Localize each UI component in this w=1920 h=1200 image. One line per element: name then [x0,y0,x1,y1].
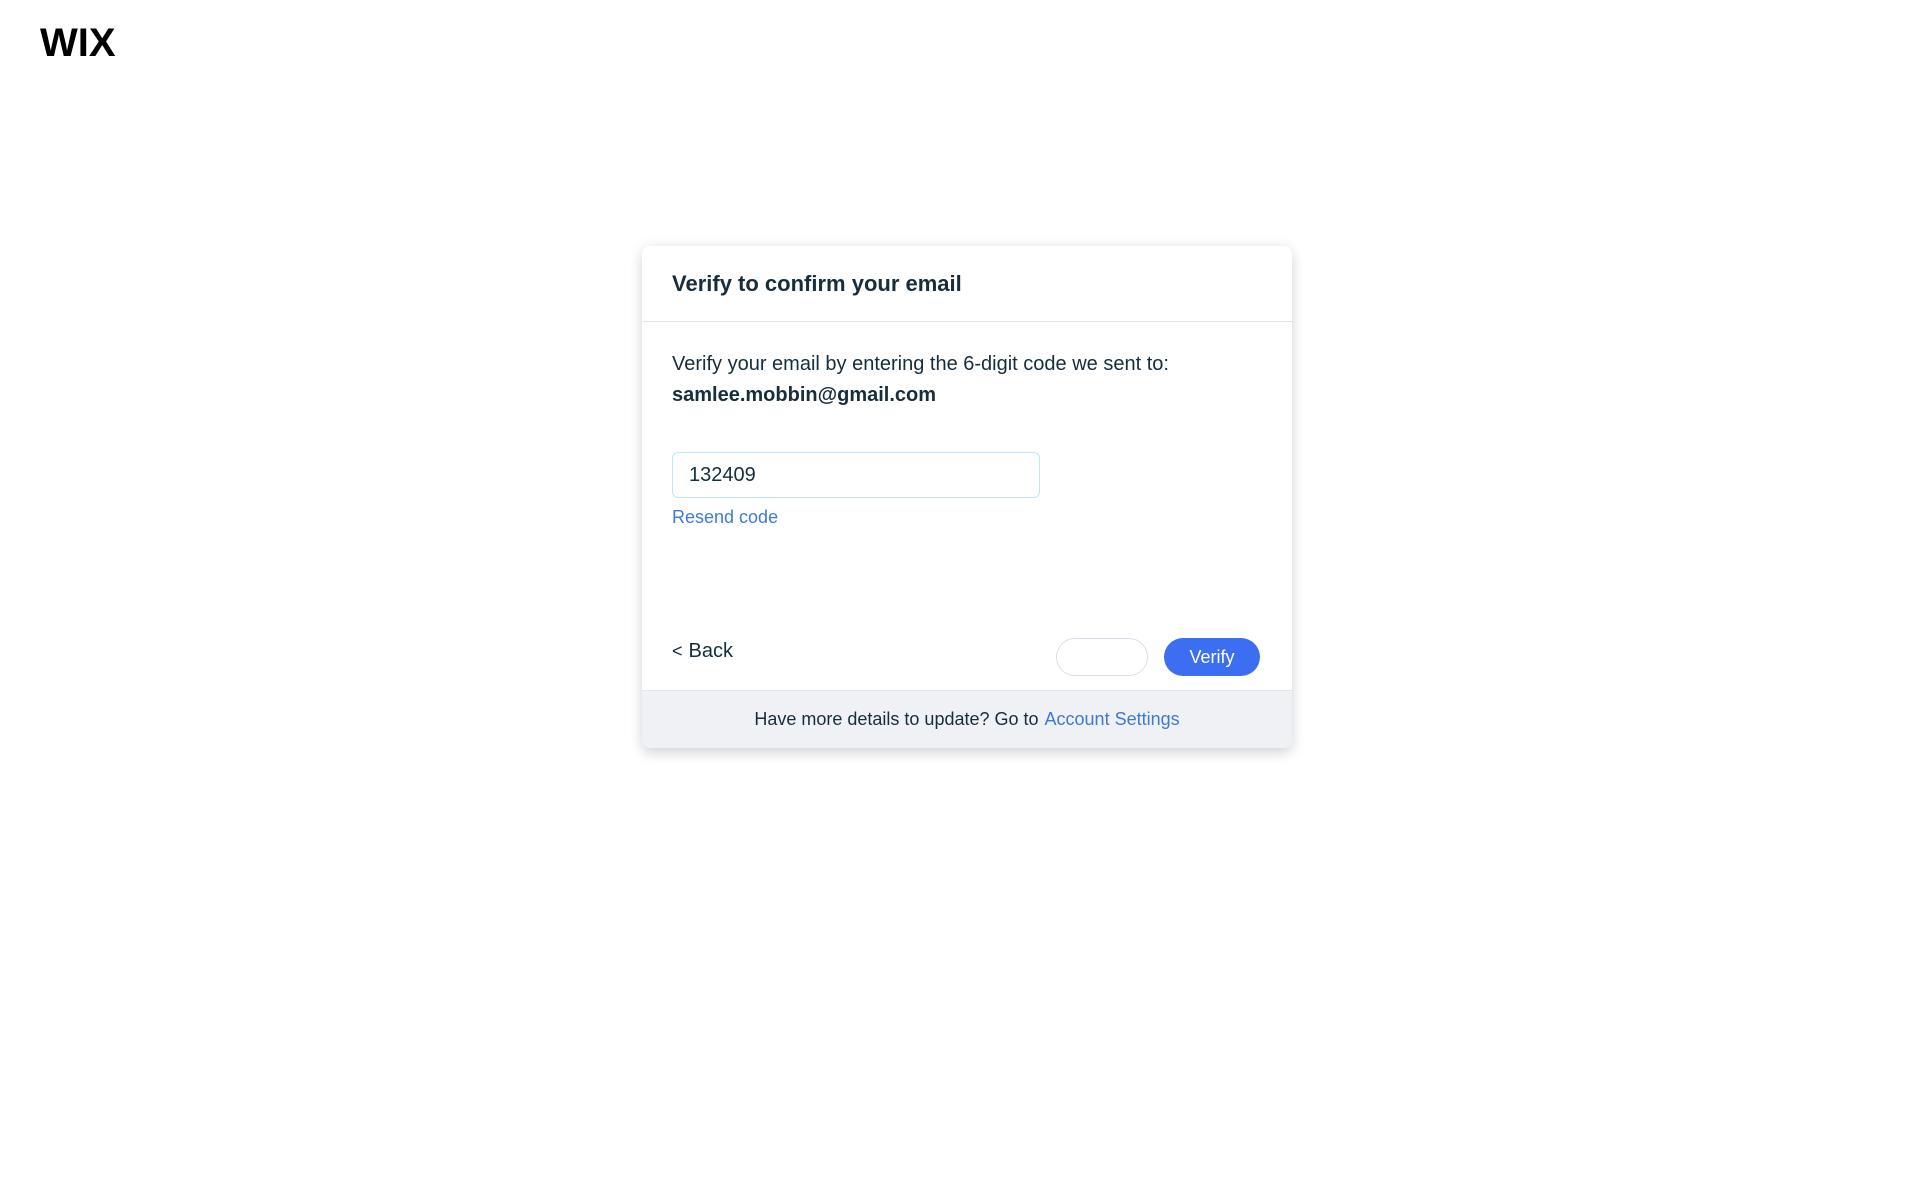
back-label: Back [688,640,733,662]
description-text: Verify your email by entering the 6-digi… [672,353,1169,375]
wix-logo-mark: WIX [40,22,116,60]
dialog-title: Verify to confirm your email [672,270,962,296]
secondary-button[interactable] [1056,638,1148,676]
email-address: samlee.mobbin@gmail.com [672,384,937,406]
dialog-header: Verify to confirm your email [642,246,1292,322]
resend-code-link[interactable]: Resend code [672,507,778,528]
verify-description: Verify your email by entering the 6-digi… [672,349,1169,411]
verify-button[interactable]: Verify [1164,638,1260,676]
dialog-footer: Have more details to update? Go to Accou… [642,690,1292,748]
dialog-body: Verify your email by entering the 6-digi… [642,322,1292,690]
account-settings-link[interactable]: Account Settings [1045,709,1180,730]
verification-code-input[interactable] [672,452,1040,498]
svg-text:WIX: WIX [40,22,116,60]
chevron-left-icon: < [672,641,683,661]
back-button[interactable]: < Back [672,640,733,663]
verify-email-dialog: Verify to confirm your email Verify your… [642,246,1292,748]
footer-text: Have more details to update? Go to [754,709,1039,729]
wix-logo[interactable]: WIX [40,22,130,60]
